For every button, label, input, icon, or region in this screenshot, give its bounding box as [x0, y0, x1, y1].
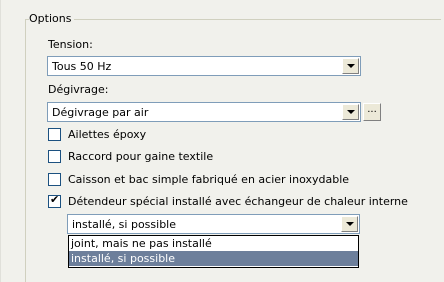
checkbox-label: Ailettes époxy	[68, 128, 147, 141]
detendeur-value: installé, si possible	[72, 218, 177, 231]
tension-value: Tous 50 Hz	[52, 60, 112, 73]
chevron-down-icon	[345, 222, 354, 226]
checkbox-box[interactable]	[48, 173, 61, 186]
detendeur-select[interactable]: installé, si possible	[67, 214, 360, 234]
tension-dropdown-button[interactable]	[342, 58, 359, 74]
degivrage-more-button[interactable]: ...	[363, 103, 381, 121]
dropdown-option[interactable]: joint, mais ne pas installé	[69, 236, 358, 251]
checkbox-label: Raccord pour gaine textile	[68, 150, 214, 163]
checkbox-label: Détendeur spécial installé avec échangeu…	[68, 195, 408, 208]
dropdown-option-selected[interactable]: installé, si possible	[69, 251, 358, 266]
detendeur-dropdown-button[interactable]	[341, 216, 358, 232]
degivrage-dropdown-button[interactable]	[342, 104, 359, 120]
degivrage-value: Dégivrage par air	[52, 106, 149, 119]
options-panel: Options Tension: Tous 50 Hz Dégivrage: D…	[0, 0, 444, 282]
checkbox-box[interactable]	[48, 150, 61, 163]
checkbox-box[interactable]	[48, 193, 61, 208]
tension-select[interactable]: Tous 50 Hz	[47, 56, 361, 76]
detendeur-dropdown-list: joint, mais ne pas installé installé, si…	[68, 235, 359, 268]
degivrage-label: Dégivrage:	[48, 83, 109, 96]
chevron-down-icon	[346, 64, 355, 68]
degivrage-select[interactable]: Dégivrage par air	[47, 102, 361, 122]
chevron-down-icon	[346, 110, 355, 114]
checkbox-label: Caisson et bac simple fabriqué en acier …	[68, 173, 350, 186]
options-group-legend: Options	[29, 12, 75, 25]
tension-label: Tension:	[48, 38, 93, 51]
checkbox-box[interactable]	[48, 128, 61, 141]
